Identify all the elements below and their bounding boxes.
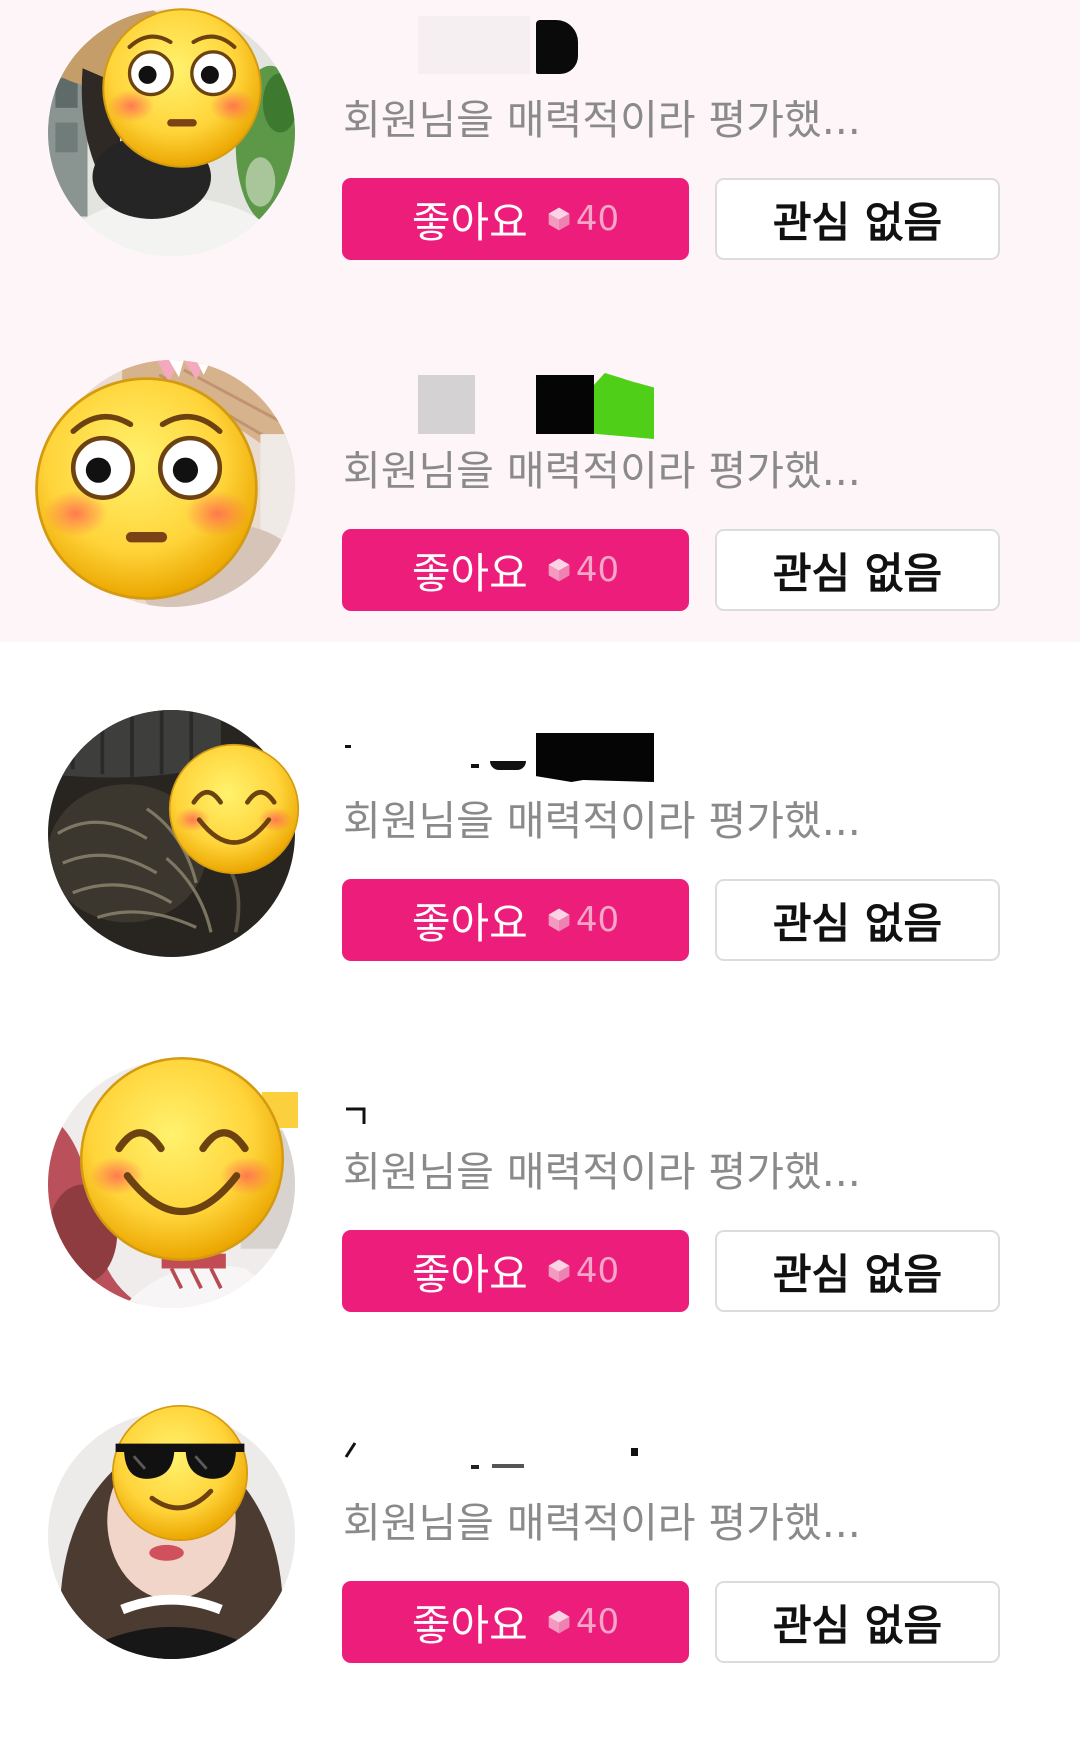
gem-icon [548,558,570,582]
not-interested-button[interactable]: 관심 없음 [715,1230,1000,1312]
redaction-mark [536,733,654,782]
not-interested-label: 관심 없음 [772,898,943,948]
redaction-mark [492,1464,524,1468]
redaction-mark [418,16,530,74]
not-interested-button[interactable]: 관심 없음 [715,178,1000,260]
message-text: 회원님을 매력적이라 평가했... [343,797,861,845]
not-interested-label: 관심 없음 [772,197,943,247]
like-label: 좋아요 [411,898,528,948]
gem-icon [548,207,570,231]
redaction-mark [536,20,578,74]
redaction-mark [594,373,654,439]
message-text: 회원님을 매력적이라 평가했... [343,447,861,495]
like-button[interactable]: 좋아요 40 [342,1230,689,1312]
gem-icon [548,1610,570,1634]
redaction-mark [346,1107,366,1124]
like-label: 좋아요 [411,1249,528,1299]
like-button[interactable]: 좋아요 40 [342,1581,689,1663]
message-text: 회원님을 매력적이라 평가했... [343,96,861,144]
redaction-mark [631,1448,638,1456]
not-interested-label: 관심 없음 [772,1600,943,1650]
not-interested-button[interactable]: 관심 없음 [715,1581,1000,1663]
not-interested-label: 관심 없음 [772,548,943,598]
redaction-mark [471,1465,479,1469]
redaction-mark [490,761,526,770]
like-cost-value: 40 [575,1602,620,1642]
like-cost-value: 40 [575,199,620,239]
gem-icon [548,1259,570,1283]
message-text: 회원님을 매력적이라 평가했... [343,1148,861,1196]
like-cost: 40 [546,550,619,590]
list-item: 회원님을 매력적이라 평가했... 좋아요 40 관심 없음 [0,0,1080,350]
flushed-face-icon [101,7,263,169]
smiling-face-icon [77,1054,287,1264]
redaction-mark [418,375,475,434]
like-label: 좋아요 [411,197,528,247]
flushed-face-icon [32,374,261,603]
like-cost: 40 [546,900,619,940]
message-text: 회원님을 매력적이라 평가했... [343,1499,861,1547]
not-interested-button[interactable]: 관심 없음 [715,529,1000,611]
not-interested-button[interactable]: 관심 없음 [715,879,1000,961]
redaction-mark [471,764,479,768]
list-item: 회원님을 매력적이라 평가했... 좋아요 40 관심 없음 [0,1403,1080,1753]
like-cost-value: 40 [575,900,620,940]
redaction-mark [345,745,351,748]
gem-icon [548,908,570,932]
smiling-face-icon [167,742,301,876]
like-cost: 40 [546,1251,619,1291]
like-button[interactable]: 좋아요 40 [342,529,689,611]
like-cost: 40 [546,199,619,239]
like-button[interactable]: 좋아요 40 [342,178,689,260]
like-cost: 40 [546,1602,619,1642]
like-cost-value: 40 [575,550,620,590]
not-interested-label: 관심 없음 [772,1249,943,1299]
like-label: 좋아요 [411,1600,528,1650]
list-item: 회원님을 매력적이라 평가했... 좋아요 40 관심 없음 [0,701,1080,1051]
list-item: 회원님을 매력적이라 평가했... 좋아요 40 관심 없음 [0,1052,1080,1402]
like-label: 좋아요 [411,548,528,598]
like-cost-value: 40 [575,1251,620,1291]
redaction-mark [344,1442,357,1458]
list-item: 회원님을 매력적이라 평가했... 좋아요 40 관심 없음 [0,351,1080,701]
redaction-mark [536,375,594,434]
sunglasses-face-icon [110,1403,250,1543]
like-button[interactable]: 좋아요 40 [342,879,689,961]
